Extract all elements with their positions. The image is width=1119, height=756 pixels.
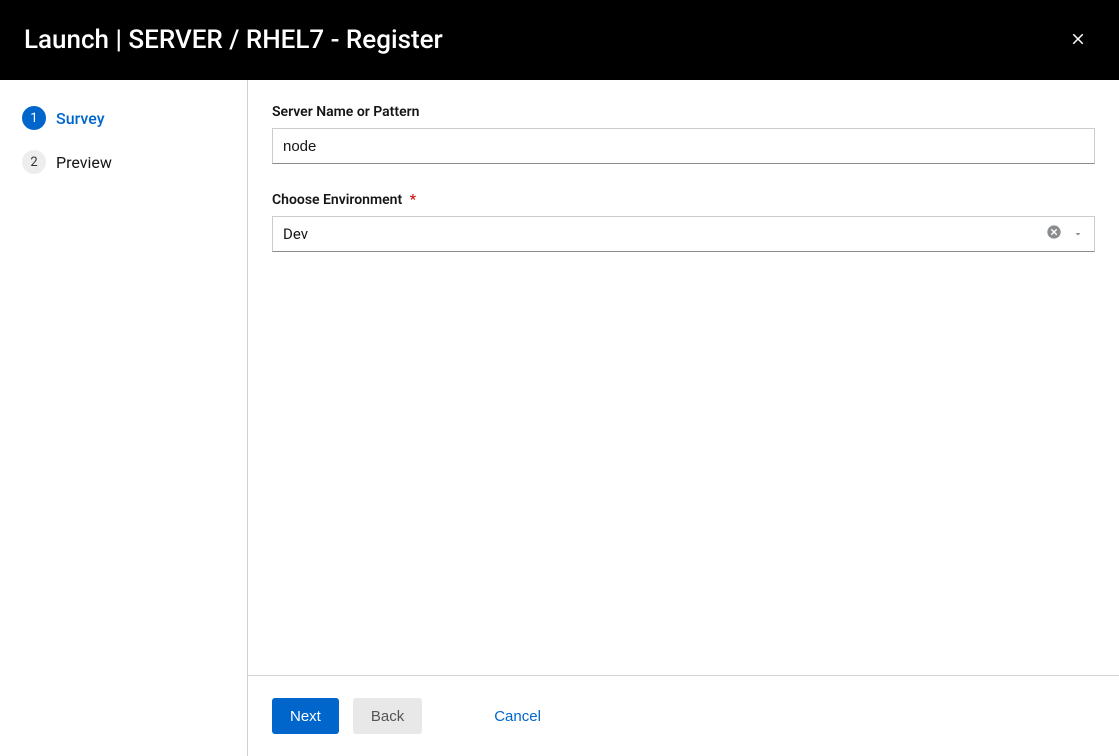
environment-label: Choose Environment * xyxy=(272,192,1095,208)
wizard-step-survey[interactable]: 1 Survey xyxy=(16,102,231,134)
field-server-name: Server Name or Pattern xyxy=(272,104,1095,164)
label-text: Server Name or Pattern xyxy=(272,104,419,120)
modal-body: 1 Survey 2 Preview Server Name or Patter… xyxy=(0,80,1119,756)
times-circle-icon xyxy=(1046,224,1062,244)
wizard-main: Server Name or Pattern Choose Environmen… xyxy=(248,80,1119,756)
close-button[interactable] xyxy=(1061,22,1095,59)
step-label: Survey xyxy=(56,109,105,128)
required-asterisk: * xyxy=(410,192,416,208)
modal-header: Launch | SERVER / RHEL7 - Register xyxy=(0,0,1119,80)
clear-selection-button[interactable] xyxy=(1046,224,1062,244)
modal-title: Launch | SERVER / RHEL7 - Register xyxy=(24,25,443,55)
close-icon xyxy=(1069,30,1087,51)
server-name-input[interactable] xyxy=(272,128,1095,164)
form-area: Server Name or Pattern Choose Environmen… xyxy=(248,80,1119,675)
step-number: 1 xyxy=(22,106,46,130)
wizard-step-preview[interactable]: 2 Preview xyxy=(16,146,231,178)
server-name-label: Server Name or Pattern xyxy=(272,104,1095,120)
wizard-footer: Next Back Cancel xyxy=(248,675,1119,756)
label-text: Choose Environment xyxy=(272,192,402,208)
caret-down-icon xyxy=(1072,228,1084,240)
environment-selected-value: Dev xyxy=(283,225,1046,243)
step-label: Preview xyxy=(56,153,112,172)
back-button[interactable]: Back xyxy=(353,698,422,734)
step-number: 2 xyxy=(22,150,46,174)
next-button[interactable]: Next xyxy=(272,698,339,734)
wizard-sidebar: 1 Survey 2 Preview xyxy=(0,80,248,756)
field-environment: Choose Environment * Dev xyxy=(272,192,1095,252)
cancel-button[interactable]: Cancel xyxy=(476,698,559,734)
environment-select[interactable]: Dev xyxy=(272,216,1095,252)
